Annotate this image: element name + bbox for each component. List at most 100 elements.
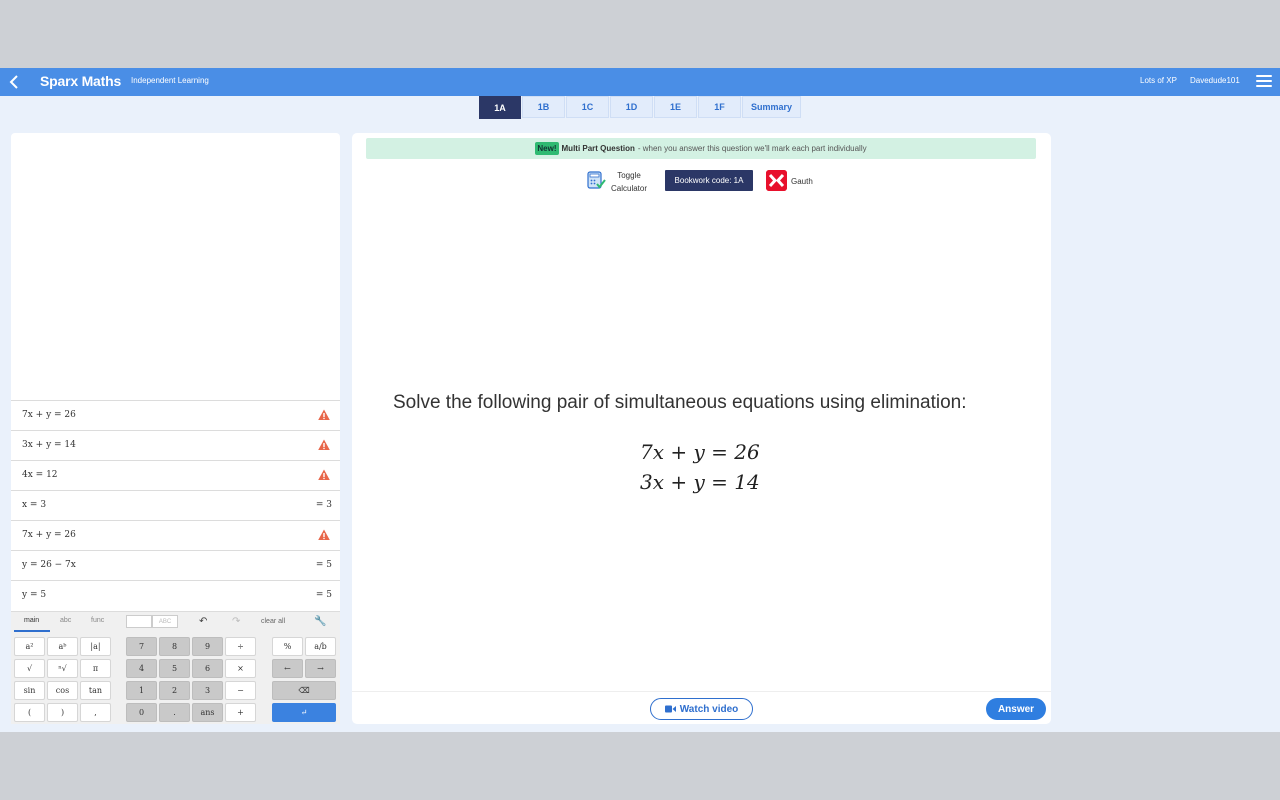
keyboard-tabs: main abc func ABC ↶ ↷ clear all 🔧 [11, 612, 340, 632]
chevron-left-icon [9, 75, 18, 89]
wrench-icon[interactable]: 🔧 [314, 616, 326, 627]
calculator-icon[interactable] [587, 171, 606, 190]
tab-1c[interactable]: 1C [566, 96, 609, 118]
history-row[interactable]: 4x = 12 [11, 460, 340, 490]
banner-title: Multi Part Question [561, 144, 635, 153]
warning-icon[interactable] [318, 439, 330, 451]
key-cursor-right[interactable]: → [305, 659, 336, 678]
task-tabs: 1A 1B 1C 1D 1E 1F Summary [479, 96, 802, 119]
key-fraction[interactable]: a/b [305, 637, 336, 656]
tab-1a[interactable]: 1A [479, 96, 521, 119]
new-badge: New! [535, 142, 559, 155]
key-nth-root[interactable]: ⁿ√ [47, 659, 78, 678]
key-backspace[interactable]: ⌫ [272, 681, 336, 700]
watch-video-label: Watch video [679, 703, 739, 715]
toggle-calculator-button[interactable]: Toggle Calculator [611, 169, 647, 195]
multi-part-banner: New! Multi Part Question - when you answ… [366, 138, 1036, 159]
calculator-history: 7x + y = 26 3x + y = 14 4x = 12 x = 3 = 3 7x … [11, 400, 340, 610]
active-tab-indicator [14, 630, 50, 632]
footer-divider [352, 691, 1051, 692]
gauth-link[interactable]: Gauth [791, 177, 813, 186]
bookwork-code: Bookwork code: 1A [665, 170, 753, 191]
history-row[interactable]: y = 26 − 7x = 5 [11, 550, 340, 580]
history-expression: 4x = 12 [22, 470, 58, 480]
history-expression: 3x + y = 14 [22, 440, 76, 450]
gauth-logo-icon[interactable] [766, 170, 787, 191]
key-seven[interactable]: 7 [126, 637, 157, 656]
history-expression: y = 26 − 7x [22, 560, 76, 570]
tab-1d[interactable]: 1D [610, 96, 653, 118]
history-result: = 3 [315, 500, 332, 510]
key-four[interactable]: 4 [126, 659, 157, 678]
warning-icon[interactable] [318, 409, 330, 421]
username[interactable]: Davedude101 [1190, 76, 1240, 85]
key-zero[interactable]: 0 [126, 703, 157, 722]
watch-video-button[interactable]: Watch video [650, 698, 753, 720]
history-expression: y = 5 [22, 590, 47, 600]
brand-logo[interactable]: Sparx Maths [40, 73, 121, 89]
undo-icon[interactable]: ↶ [199, 616, 207, 627]
back-button[interactable] [0, 68, 27, 96]
key-close-paren[interactable]: ) [47, 703, 78, 722]
mode-toggle-right[interactable]: ABC [152, 615, 178, 628]
keyboard-tab-abc[interactable]: abc [60, 617, 71, 624]
history-row[interactable]: 3x + y = 14 [11, 430, 340, 460]
key-nine[interactable]: 9 [192, 637, 223, 656]
tab-1e[interactable]: 1E [654, 96, 697, 118]
warning-icon[interactable] [318, 469, 330, 481]
question-tools: Toggle Calculator Bookwork code: 1A Gaut… [585, 167, 825, 195]
key-pi[interactable]: π [80, 659, 111, 678]
key-percent[interactable]: % [272, 637, 303, 656]
app-window: Sparx Maths Independent Learning Lots of… [0, 68, 1280, 732]
key-two[interactable]: 2 [159, 681, 190, 700]
key-eight[interactable]: 8 [159, 637, 190, 656]
key-sqrt[interactable]: √ [14, 659, 45, 678]
keyboard-tab-func[interactable]: func [91, 617, 104, 624]
warning-icon[interactable] [318, 529, 330, 541]
key-sin[interactable]: sin [14, 681, 45, 700]
tab-1b[interactable]: 1B [522, 96, 565, 118]
key-decimal[interactable]: . [159, 703, 190, 722]
history-row[interactable]: y = 5 = 5 [11, 580, 340, 610]
hamburger-menu-icon[interactable] [1256, 73, 1272, 89]
video-camera-icon [664, 705, 676, 713]
calculator-panel: 7x + y = 26 3x + y = 14 4x = 12 x = 3 = 3 7x … [11, 133, 340, 724]
tab-summary[interactable]: Summary [742, 96, 801, 118]
history-row[interactable]: x = 3 = 3 [11, 490, 340, 520]
key-absolute[interactable]: |a| [80, 637, 111, 656]
key-one[interactable]: 1 [126, 681, 157, 700]
redo-icon[interactable]: ↷ [232, 616, 240, 627]
key-enter[interactable]: ↵ [272, 703, 336, 722]
key-open-paren[interactable]: ( [14, 703, 45, 722]
key-five[interactable]: 5 [159, 659, 190, 678]
mode-toggle-left[interactable] [126, 615, 152, 628]
brand-subtitle: Independent Learning [131, 76, 209, 85]
tab-1f[interactable]: 1F [698, 96, 741, 118]
key-power[interactable]: aᵇ [47, 637, 78, 656]
banner-text: - when you answer this question we'll ma… [637, 144, 867, 153]
clear-all-button[interactable]: clear all [261, 618, 285, 625]
key-cursor-left[interactable]: ← [272, 659, 303, 678]
key-plus[interactable]: + [225, 703, 256, 722]
key-multiply[interactable]: × [225, 659, 256, 678]
history-row[interactable]: 7x + y = 26 [11, 400, 340, 430]
history-result: = 5 [315, 590, 332, 600]
key-three[interactable]: 3 [192, 681, 223, 700]
key-divide[interactable]: ÷ [225, 637, 256, 656]
key-comma[interactable]: , [80, 703, 111, 722]
history-row[interactable]: 7x + y = 26 [11, 520, 340, 550]
key-cos[interactable]: cos [47, 681, 78, 700]
key-tan[interactable]: tan [80, 681, 111, 700]
top-bar: Sparx Maths Independent Learning Lots of… [0, 68, 1280, 96]
key-minus[interactable]: − [225, 681, 256, 700]
key-ans[interactable]: ans [192, 703, 223, 722]
equation-1: 7x + y = 26 [640, 440, 760, 464]
question-panel: New! Multi Part Question - when you answ… [352, 133, 1051, 724]
keyboard-tab-main[interactable]: main [24, 617, 39, 624]
history-result: = 5 [315, 560, 332, 570]
history-expression: x = 3 [22, 500, 47, 510]
answer-button[interactable]: Answer [986, 698, 1046, 720]
key-six[interactable]: 6 [192, 659, 223, 678]
history-expression: 7x + y = 26 [22, 410, 76, 420]
key-square[interactable]: a² [14, 637, 45, 656]
